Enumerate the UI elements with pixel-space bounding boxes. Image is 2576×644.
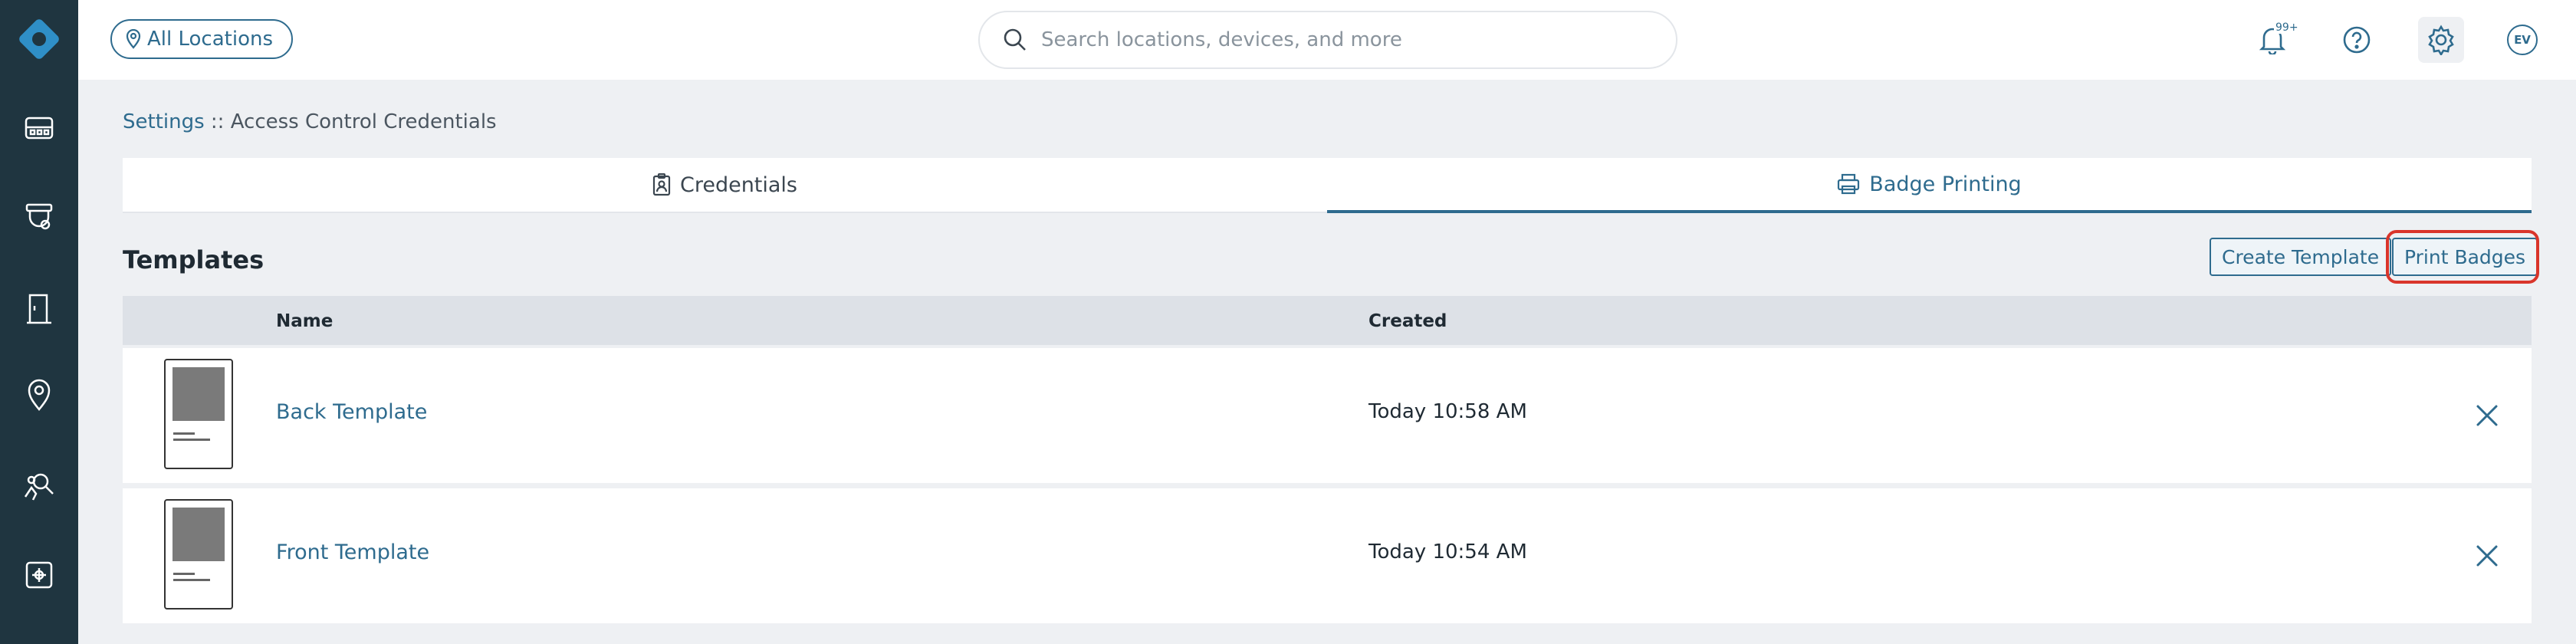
thumbnail-text-line <box>173 439 210 441</box>
template-name-link[interactable]: Back Template <box>276 400 427 424</box>
people-search-icon <box>24 473 54 501</box>
gear-icon <box>2428 25 2454 55</box>
dashboard-icon <box>25 117 54 140</box>
search-icon <box>1004 28 1026 51</box>
tab-badge-printing-label: Badge Printing <box>1869 172 2022 196</box>
template-created-date: Today 10:54 AM <box>1368 540 1527 564</box>
templates-heading: Templates <box>123 245 264 274</box>
thumbnail-photo-placeholder <box>172 508 225 561</box>
breadcrumb-current: Access Control Credentials <box>230 110 497 133</box>
notification-count-badge: 99+ <box>2274 21 2300 34</box>
tab-badge-printing[interactable]: Badge Printing <box>1327 158 2532 213</box>
close-icon <box>2476 405 2498 426</box>
tab-credentials[interactable]: Credentials <box>123 158 1327 213</box>
sidebar-item-doors[interactable] <box>16 284 62 330</box>
template-name-link[interactable]: Front Template <box>276 540 429 564</box>
table-row: Front Template Today 10:54 AM <box>123 488 2532 623</box>
sidebar-item-locations[interactable] <box>16 372 62 418</box>
search-input[interactable] <box>1041 28 1654 51</box>
close-icon <box>2476 545 2498 567</box>
sidebar <box>0 0 78 644</box>
breadcrumb-separator: :: <box>204 110 231 133</box>
template-thumbnail[interactable] <box>164 359 233 469</box>
help-icon <box>2343 26 2371 54</box>
all-locations-label: All Locations <box>147 28 274 51</box>
all-locations-button[interactable]: All Locations <box>110 19 294 59</box>
badge-icon <box>652 173 671 196</box>
column-header-name[interactable]: Name <box>276 311 333 331</box>
create-template-button[interactable]: Create Template <box>2210 238 2392 276</box>
global-search <box>978 11 1677 69</box>
thumbnail-photo-placeholder <box>172 367 225 421</box>
map-pin-icon <box>28 379 51 411</box>
template-thumbnail[interactable] <box>164 499 233 610</box>
delete-template-button[interactable] <box>2470 539 2504 573</box>
delete-template-button[interactable] <box>2470 399 2504 432</box>
sidebar-item-cameras[interactable] <box>16 193 62 239</box>
sidebar-item-integrations[interactable] <box>16 552 62 598</box>
breadcrumb: Settings :: Access Control Credentials <box>123 110 497 133</box>
tab-bar: Credentials Badge Printing <box>123 158 2532 213</box>
sidebar-item-people-search[interactable] <box>16 463 62 509</box>
top-bar: All Locations 99+ EV <box>78 0 2576 80</box>
sidebar-item-dashboard[interactable] <box>16 105 62 151</box>
avatar: EV <box>2507 25 2538 55</box>
breadcrumb-settings-link[interactable]: Settings <box>123 110 205 133</box>
notifications-button[interactable]: 99+ <box>2249 17 2300 63</box>
thumbnail-text-line <box>173 579 210 581</box>
help-button[interactable] <box>2334 17 2380 63</box>
door-icon <box>27 294 51 324</box>
app-logo-icon[interactable] <box>15 15 64 64</box>
integrations-icon <box>25 561 53 589</box>
print-badges-highlight-ring <box>2386 230 2539 284</box>
template-created-date: Today 10:58 AM <box>1368 400 1527 423</box>
thumbnail-text-line <box>173 573 195 575</box>
printer-icon <box>1838 173 1860 195</box>
tab-credentials-label: Credentials <box>679 172 798 197</box>
templates-table-header: Name Created <box>123 296 2532 345</box>
settings-button[interactable] <box>2418 17 2464 63</box>
column-header-created[interactable]: Created <box>1368 311 1447 331</box>
table-row: Back Template Today 10:58 AM <box>123 348 2532 483</box>
thumbnail-text-line <box>173 432 195 435</box>
user-menu-button[interactable]: EV <box>2499 17 2545 63</box>
camera-icon <box>25 203 53 230</box>
map-pin-icon <box>126 29 141 49</box>
